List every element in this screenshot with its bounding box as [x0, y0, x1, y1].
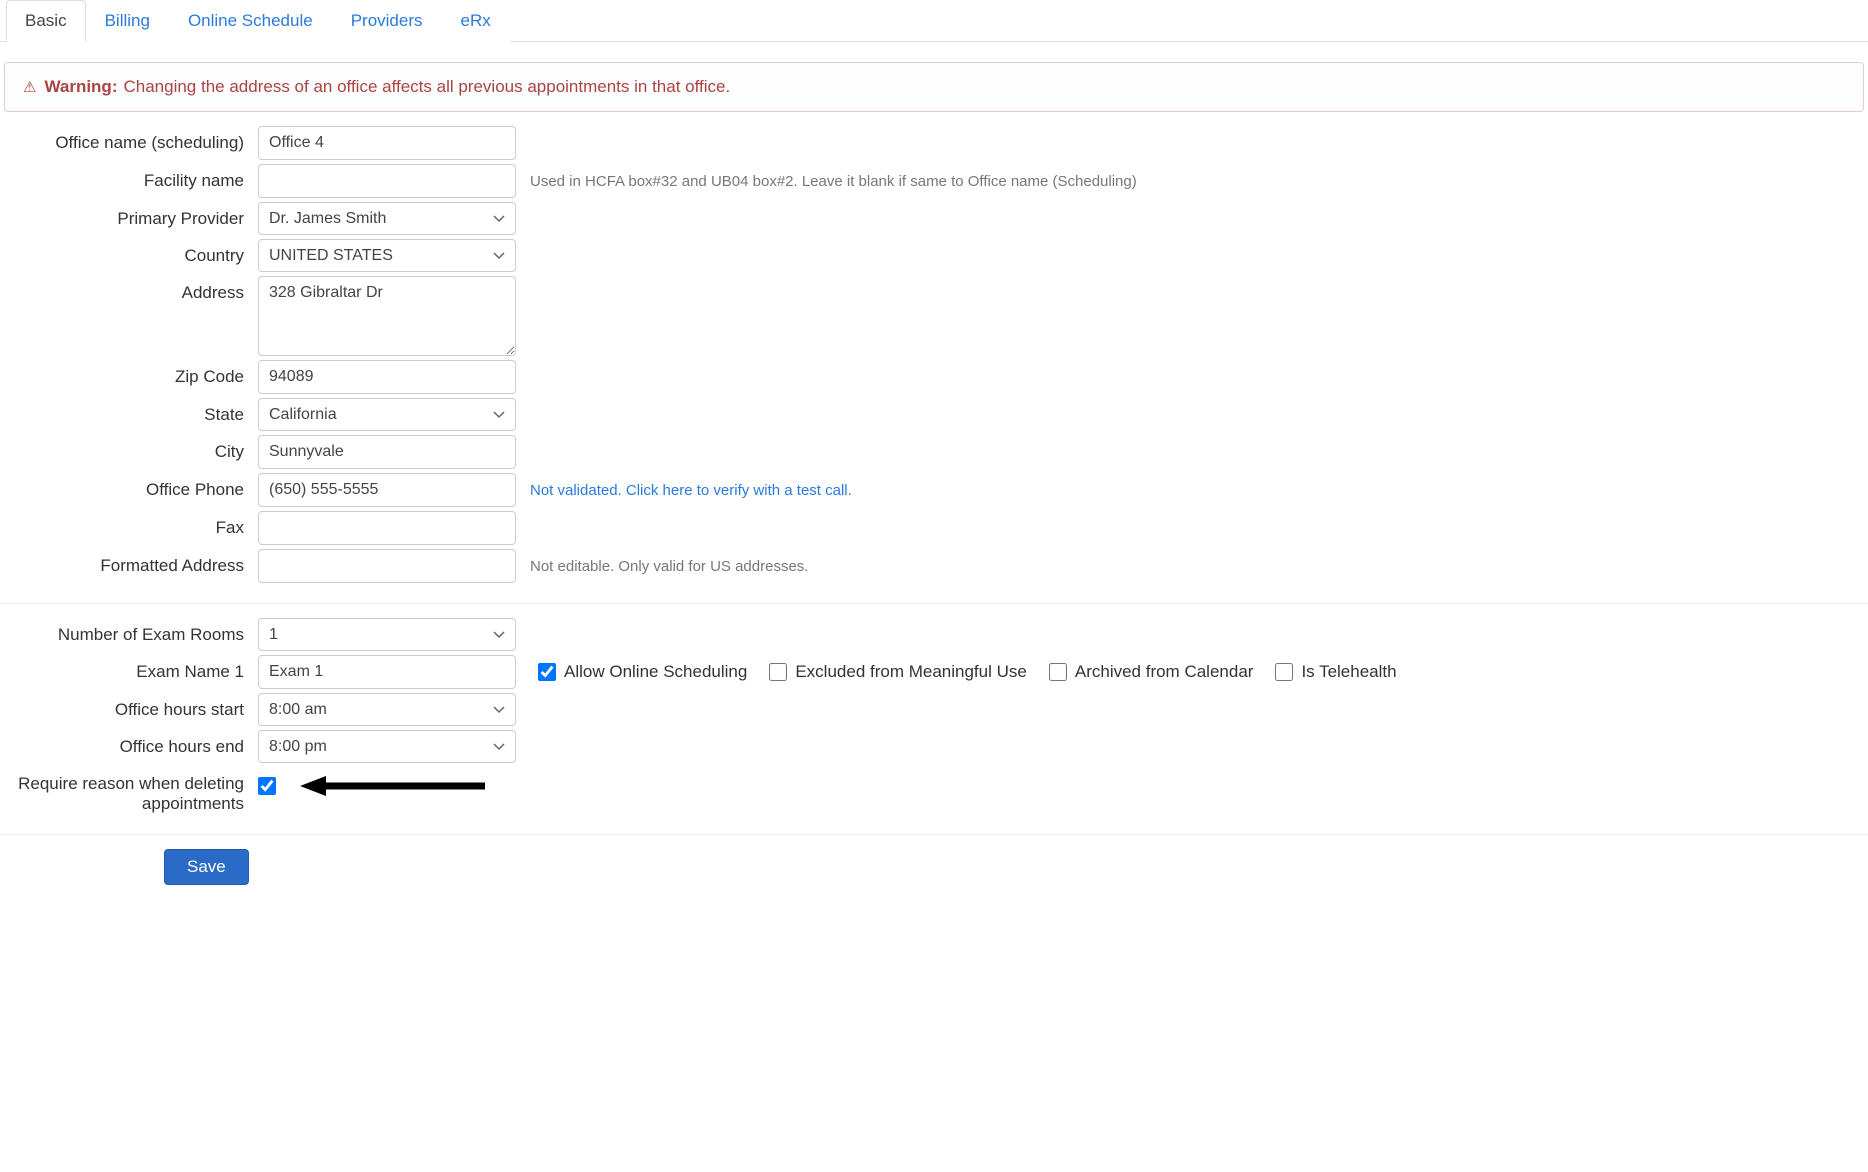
telehealth-checkbox[interactable] [1275, 663, 1293, 681]
formatted-address-hint: Not editable. Only valid for US addresse… [530, 558, 808, 575]
office-phone-input[interactable] [258, 473, 516, 507]
zip-input[interactable] [258, 360, 516, 394]
label-exam-name-1: Exam Name 1 [4, 655, 258, 682]
tab-basic[interactable]: Basic [6, 0, 86, 42]
state-select[interactable]: California [258, 398, 516, 431]
warning-text: Changing the address of an office affect… [123, 77, 730, 97]
form-section-exam: Number of Exam Rooms 1 Exam Name 1 Allow… [0, 618, 1868, 835]
excluded-mu-wrap[interactable]: Excluded from Meaningful Use [769, 662, 1027, 682]
formatted-address-input [258, 549, 516, 583]
label-office-name: Office name (scheduling) [4, 126, 258, 153]
excluded-mu-label: Excluded from Meaningful Use [795, 662, 1027, 682]
label-office-phone: Office Phone [4, 473, 258, 500]
city-input[interactable] [258, 435, 516, 469]
tabs-bar: Basic Billing Online Schedule Providers … [0, 0, 1868, 42]
archived-wrap[interactable]: Archived from Calendar [1049, 662, 1254, 682]
label-require-reason: Require reason when deleting appointment… [4, 767, 258, 814]
tab-billing[interactable]: Billing [86, 0, 169, 42]
archived-checkbox[interactable] [1049, 663, 1067, 681]
allow-online-wrap[interactable]: Allow Online Scheduling [538, 662, 747, 682]
phone-validate-link[interactable]: Not validated. Click here to verify with… [530, 482, 852, 499]
label-primary-provider: Primary Provider [4, 202, 258, 229]
archived-label: Archived from Calendar [1075, 662, 1254, 682]
exam-name-1-input[interactable] [258, 655, 516, 689]
arrow-icon [300, 774, 490, 798]
form-section-address: Office name (scheduling) Facility name U… [0, 126, 1868, 604]
save-button[interactable]: Save [164, 849, 249, 885]
num-exam-rooms-select[interactable]: 1 [258, 618, 516, 651]
office-hours-start-select[interactable]: 8:00 am [258, 693, 516, 726]
label-formatted-address: Formatted Address [4, 549, 258, 576]
label-address: Address [4, 276, 258, 303]
telehealth-label: Is Telehealth [1301, 662, 1396, 682]
arrow-annotation [300, 774, 490, 798]
save-row: Save [0, 835, 1868, 899]
telehealth-wrap[interactable]: Is Telehealth [1275, 662, 1396, 682]
warning-icon: ⚠ [23, 78, 36, 96]
country-select[interactable]: UNITED STATES [258, 239, 516, 272]
label-num-exam-rooms: Number of Exam Rooms [4, 618, 258, 645]
fax-input[interactable] [258, 511, 516, 545]
facility-name-input[interactable] [258, 164, 516, 198]
tab-erx[interactable]: eRx [442, 0, 510, 42]
tab-providers[interactable]: Providers [332, 0, 442, 42]
label-office-hours-start: Office hours start [4, 693, 258, 720]
primary-provider-select[interactable]: Dr. James Smith [258, 202, 516, 235]
label-state: State [4, 398, 258, 425]
tab-online-schedule[interactable]: Online Schedule [169, 0, 332, 42]
facility-name-hint: Used in HCFA box#32 and UB04 box#2. Leav… [530, 173, 1137, 190]
label-country: Country [4, 239, 258, 266]
label-fax: Fax [4, 511, 258, 538]
label-city: City [4, 435, 258, 462]
excluded-mu-checkbox[interactable] [769, 663, 787, 681]
allow-online-label: Allow Online Scheduling [564, 662, 747, 682]
address-textarea[interactable]: 328 Gibraltar Dr [258, 276, 516, 356]
label-zip: Zip Code [4, 360, 258, 387]
allow-online-checkbox[interactable] [538, 663, 556, 681]
warning-prefix: Warning: [44, 77, 117, 97]
label-office-hours-end: Office hours end [4, 730, 258, 757]
label-facility-name: Facility name [4, 164, 258, 191]
office-name-input[interactable] [258, 126, 516, 160]
require-reason-checkbox[interactable] [258, 777, 276, 795]
warning-banner: ⚠ Warning: Changing the address of an of… [4, 62, 1864, 112]
office-hours-end-select[interactable]: 8:00 pm [258, 730, 516, 763]
